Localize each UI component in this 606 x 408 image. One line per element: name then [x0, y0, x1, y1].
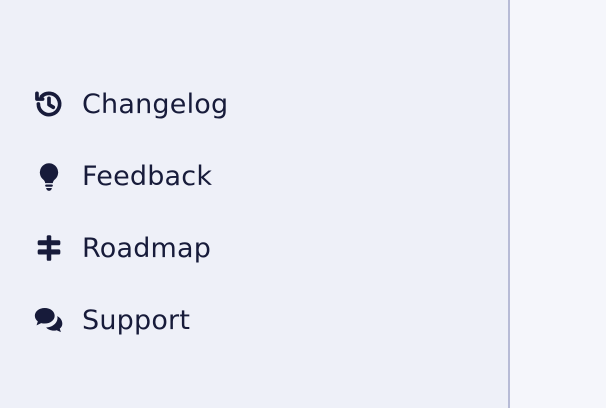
sidebar-item-support[interactable]: Support [0, 284, 508, 356]
main-content [510, 0, 606, 408]
sidebar-item-label: Roadmap [82, 232, 212, 264]
lightbulb-icon [32, 159, 66, 193]
app-window: Changelog Feedback Roadmap Support [0, 0, 606, 408]
sidebar-nav: Changelog Feedback Roadmap Support [0, 68, 508, 356]
history-icon [32, 87, 66, 121]
signpost-icon [32, 231, 66, 265]
sidebar: Changelog Feedback Roadmap Support [0, 0, 510, 408]
sidebar-item-changelog[interactable]: Changelog [0, 68, 508, 140]
sidebar-item-label: Feedback [82, 160, 213, 192]
chat-bubbles-icon [32, 303, 66, 337]
sidebar-item-roadmap[interactable]: Roadmap [0, 212, 508, 284]
sidebar-item-label: Changelog [82, 88, 229, 120]
sidebar-item-feedback[interactable]: Feedback [0, 140, 508, 212]
sidebar-item-label: Support [82, 304, 191, 336]
